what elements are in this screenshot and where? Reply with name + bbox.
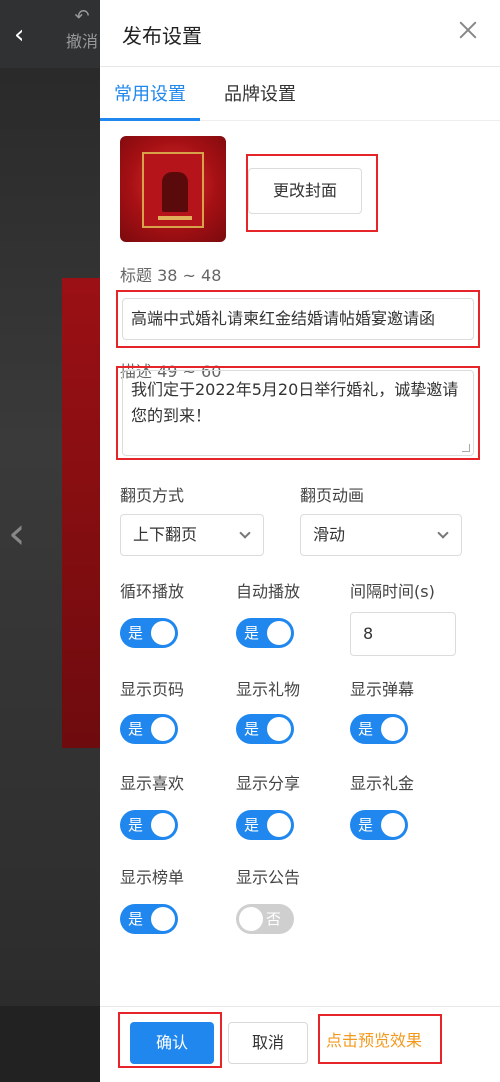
show-notice-label: 显示公告 [236, 868, 301, 887]
toggle-state: 是 [244, 624, 260, 642]
show-notice-toggle[interactable]: 否 [236, 904, 294, 934]
change-cover-button[interactable]: 更改封面 [248, 168, 362, 214]
close-icon[interactable] [456, 18, 480, 42]
show-rank-toggle[interactable]: 是 [120, 904, 178, 934]
active-tab-indicator [100, 118, 200, 121]
resize-handle-icon[interactable] [462, 444, 470, 452]
page-anim-select[interactable]: 滑动 [300, 514, 462, 556]
toggle-knob [267, 813, 291, 837]
cancel-button[interactable]: 取消 [228, 1022, 308, 1064]
editor-bottom-bar [0, 1006, 100, 1082]
toggle-knob [267, 717, 291, 741]
toggle-knob [151, 621, 175, 645]
show-money-label: 显示礼金 [350, 774, 415, 793]
page-preview-strip [62, 278, 100, 748]
cover-frame [142, 152, 204, 228]
toggle-state: 是 [244, 720, 260, 738]
show-share-label: 显示分享 [236, 774, 301, 793]
tab-brand-settings[interactable]: 品牌设置 [224, 80, 296, 106]
undo-icon: ↶ [74, 6, 90, 27]
publish-settings-panel: 发布设置 常用设置 品牌设置 更改封面 标题 38 ~ 48 高端中式婚礼请柬红… [100, 0, 500, 1082]
show-share-toggle[interactable]: 是 [236, 810, 294, 840]
prev-page-arrow-icon[interactable]: ‹ [8, 512, 26, 556]
toggle-state: 是 [244, 816, 260, 834]
footer-divider [100, 1006, 500, 1007]
loop-label: 循环播放 [120, 582, 185, 601]
page-mode-label: 翻页方式 [120, 486, 185, 505]
show-gift-toggle[interactable]: 是 [236, 714, 294, 744]
undo-button[interactable]: ↶ 撤消 [62, 8, 102, 52]
title-field-label: 标题 38 ~ 48 [120, 266, 222, 285]
chevron-down-icon [239, 527, 251, 539]
cover-couple-figure [162, 172, 188, 212]
show-rank-label: 显示榜单 [120, 868, 185, 887]
cover-thumbnail [120, 136, 226, 242]
cover-ornament [158, 216, 192, 220]
toggle-state: 是 [128, 816, 144, 834]
chevron-down-icon [437, 527, 449, 539]
show-danmaku-toggle[interactable]: 是 [350, 714, 408, 744]
show-like-toggle[interactable]: 是 [120, 810, 178, 840]
interval-label: 间隔时间(s) [350, 582, 435, 601]
autoplay-label: 自动播放 [236, 582, 301, 601]
toggle-state: 是 [128, 720, 144, 738]
page-mode-value: 上下翻页 [133, 525, 198, 544]
toggle-knob [239, 907, 263, 931]
interval-input[interactable]: 8 [350, 612, 456, 656]
toggle-knob [151, 717, 175, 741]
page-mode-select[interactable]: 上下翻页 [120, 514, 264, 556]
show-gift-label: 显示礼物 [236, 680, 301, 699]
tab-common-settings[interactable]: 常用设置 [114, 80, 186, 106]
preview-link[interactable]: 点击预览效果 [326, 1027, 422, 1051]
autoplay-toggle[interactable]: 是 [236, 618, 294, 648]
panel-title: 发布设置 [122, 24, 202, 48]
show-page-num-toggle[interactable]: 是 [120, 714, 178, 744]
show-money-toggle[interactable]: 是 [350, 810, 408, 840]
title-input[interactable]: 高端中式婚礼请柬红金结婚请帖婚宴邀请函 [122, 298, 474, 340]
toggle-knob [151, 813, 175, 837]
loop-toggle[interactable]: 是 [120, 618, 178, 648]
show-page-num-label: 显示页码 [120, 680, 185, 699]
header-divider [100, 66, 500, 67]
toggle-state: 否 [266, 910, 282, 928]
toggle-state: 是 [358, 816, 374, 834]
toggle-state: 是 [128, 624, 144, 642]
toggle-knob [381, 717, 405, 741]
toggle-state: 是 [358, 720, 374, 738]
description-textarea[interactable]: 我们定于2022年5月20日举行婚礼，诚挚邀请您的到来！ [122, 370, 474, 456]
page-anim-value: 滑动 [313, 525, 346, 544]
page-anim-label: 翻页动画 [300, 486, 365, 505]
description-text: 我们定于2022年5月20日举行婚礼，诚挚邀请您的到来！ [131, 380, 459, 425]
back-arrow-icon[interactable]: ‹ [14, 22, 40, 48]
toggle-knob [151, 907, 175, 931]
toggle-knob [267, 621, 291, 645]
show-like-label: 显示喜欢 [120, 774, 185, 793]
undo-label: 撤消 [65, 32, 98, 51]
toggle-state: 是 [128, 910, 144, 928]
show-danmaku-label: 显示弹幕 [350, 680, 415, 699]
confirm-button[interactable]: 确认 [130, 1022, 214, 1064]
toggle-knob [381, 813, 405, 837]
